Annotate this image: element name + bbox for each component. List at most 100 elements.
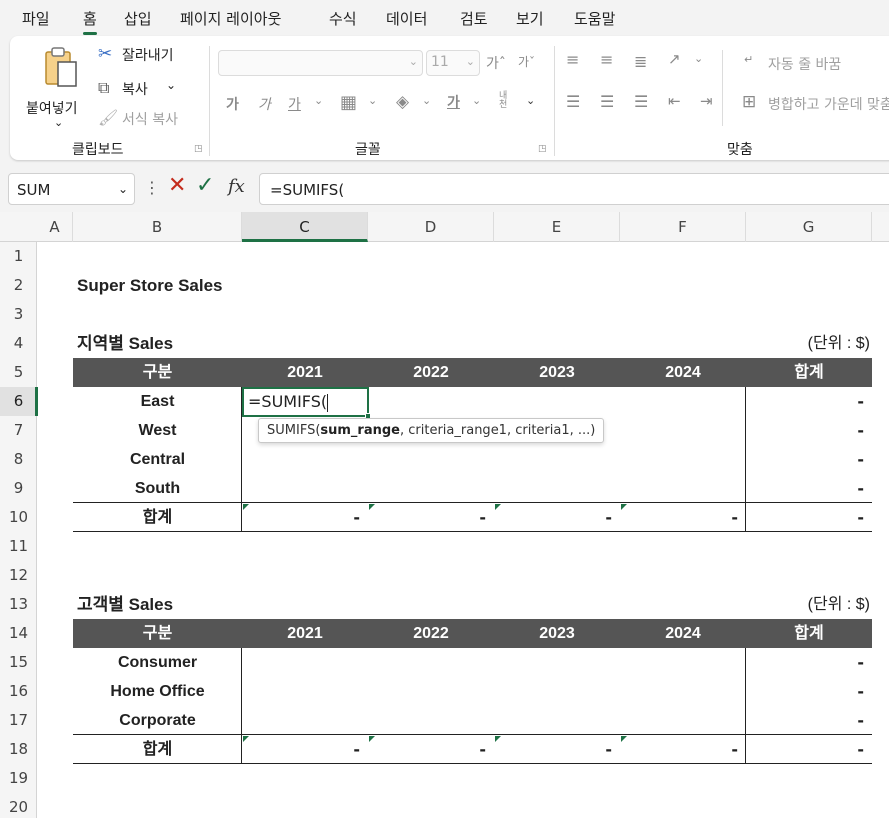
format-painter-icon[interactable]: 🖌 bbox=[98, 108, 118, 127]
chevron-down-icon[interactable]: ⌄ bbox=[368, 94, 377, 107]
region-row-label[interactable]: West bbox=[73, 416, 242, 445]
wrap-text-icon[interactable]: ↵ bbox=[744, 53, 753, 66]
merge-center-icon[interactable]: ⊞ bbox=[742, 92, 756, 112]
chevron-down-icon[interactable]: ⌄ bbox=[422, 94, 431, 107]
scissors-icon[interactable]: ✂ bbox=[98, 44, 112, 64]
customer-total-2022[interactable]: - bbox=[368, 735, 494, 764]
column-header-g[interactable]: G bbox=[746, 212, 872, 242]
region-row-total[interactable]: - bbox=[746, 387, 872, 416]
decrease-font-icon[interactable]: 가ˇ bbox=[518, 53, 535, 70]
align-center-icon[interactable]: ☰ bbox=[600, 92, 614, 111]
region-header-total[interactable]: 합계 bbox=[746, 358, 872, 387]
tab-help[interactable]: 도움말 bbox=[574, 8, 615, 29]
region-header-2024[interactable]: 2024 bbox=[620, 358, 746, 387]
wrap-text-button[interactable]: 자동 줄 바꿈 bbox=[768, 54, 841, 74]
error-indicator-icon[interactable] bbox=[621, 504, 627, 510]
customer-unit-label[interactable]: (단위 : $) bbox=[746, 590, 870, 619]
customer-header-total[interactable]: 합계 bbox=[746, 619, 872, 648]
paste-button[interactable]: 붙여넣기 ⌄ bbox=[22, 44, 92, 129]
error-indicator-icon[interactable] bbox=[495, 504, 501, 510]
region-total-2021[interactable]: - bbox=[242, 503, 368, 532]
row-header[interactable]: 10 bbox=[0, 503, 37, 532]
phonetic-button[interactable]: 내천 bbox=[499, 92, 515, 110]
chevron-down-icon[interactable]: ⌄ bbox=[166, 78, 176, 92]
orientation-icon[interactable]: ↗ bbox=[668, 50, 681, 68]
row-header[interactable]: 2 bbox=[0, 271, 37, 300]
align-top-icon[interactable]: ≡ bbox=[566, 50, 579, 69]
region-header-2021[interactable]: 2021 bbox=[242, 358, 368, 387]
row-header[interactable]: 9 bbox=[0, 474, 37, 503]
region-unit-label[interactable]: (단위 : $) bbox=[746, 329, 870, 358]
customer-total-2021[interactable]: - bbox=[242, 735, 368, 764]
name-box[interactable]: SUM ⌄ bbox=[8, 173, 135, 205]
enter-icon[interactable]: ✓ bbox=[196, 175, 214, 197]
customer-header-category[interactable]: 구분 bbox=[73, 619, 242, 648]
row-header[interactable]: 20 bbox=[0, 793, 37, 818]
tab-file[interactable]: 파일 bbox=[22, 8, 50, 29]
row-header[interactable]: 19 bbox=[0, 764, 37, 793]
tab-home[interactable]: 홈 bbox=[83, 8, 97, 35]
tab-view[interactable]: 보기 bbox=[516, 8, 544, 29]
cancel-icon[interactable]: ✕ bbox=[168, 175, 186, 197]
cut-button[interactable]: 잘라내기 bbox=[122, 45, 174, 65]
chevron-down-icon[interactable]: ⌄ bbox=[472, 94, 481, 107]
chevron-down-icon[interactable]: ⌄ bbox=[526, 94, 535, 107]
region-row-total[interactable]: - bbox=[746, 474, 872, 503]
column-header-b[interactable]: B bbox=[73, 212, 242, 242]
region-header-category[interactable]: 구분 bbox=[73, 358, 242, 387]
customer-row-total[interactable]: - bbox=[746, 648, 872, 677]
italic-button[interactable]: 가 bbox=[258, 94, 271, 114]
copy-icon[interactable]: ⧉ bbox=[98, 78, 109, 98]
font-color-icon[interactable]: 가 bbox=[447, 92, 460, 112]
row-header[interactable]: 6 bbox=[0, 387, 38, 416]
region-table-title[interactable]: 지역별 Sales bbox=[77, 329, 173, 358]
customer-row-total[interactable]: - bbox=[746, 677, 872, 706]
customer-header-2021[interactable]: 2021 bbox=[242, 619, 368, 648]
increase-font-icon[interactable]: 가ˆ bbox=[486, 53, 506, 73]
row-header[interactable]: 5 bbox=[0, 358, 37, 387]
bold-button[interactable]: 가 bbox=[226, 94, 239, 114]
row-header[interactable]: 17 bbox=[0, 706, 37, 735]
region-row-total[interactable]: - bbox=[746, 445, 872, 474]
error-indicator-icon[interactable] bbox=[369, 736, 375, 742]
error-indicator-icon[interactable] bbox=[369, 504, 375, 510]
merge-center-button[interactable]: 병합하고 가운데 맞춤 bbox=[768, 94, 889, 114]
customer-header-2024[interactable]: 2024 bbox=[620, 619, 746, 648]
font-name-dropdown[interactable]: ⌄ bbox=[218, 50, 423, 76]
tab-page-layout[interactable]: 페이지 레이아웃 bbox=[180, 8, 281, 29]
customer-row-label[interactable]: Corporate bbox=[73, 706, 242, 735]
border-icon[interactable]: ▦ bbox=[340, 92, 357, 113]
region-row-label[interactable]: East bbox=[73, 387, 242, 416]
increase-indent-icon[interactable]: ⇥ bbox=[700, 92, 713, 110]
region-row-label[interactable]: Central bbox=[73, 445, 242, 474]
error-indicator-icon[interactable] bbox=[243, 504, 249, 510]
copy-button[interactable]: 복사 bbox=[122, 79, 148, 99]
error-indicator-icon[interactable] bbox=[495, 736, 501, 742]
customer-header-2023[interactable]: 2023 bbox=[494, 619, 620, 648]
chevron-down-icon[interactable]: ⌄ bbox=[314, 94, 323, 107]
customer-row-label[interactable]: Consumer bbox=[73, 648, 242, 677]
region-total-2023[interactable]: - bbox=[494, 503, 620, 532]
row-header[interactable]: 1 bbox=[0, 242, 37, 271]
row-header[interactable]: 7 bbox=[0, 416, 37, 445]
error-indicator-icon[interactable] bbox=[243, 736, 249, 742]
sheet-title[interactable]: Super Store Sales bbox=[77, 271, 223, 300]
row-header[interactable]: 8 bbox=[0, 445, 37, 474]
formula-input[interactable]: =SUMIFS( bbox=[259, 173, 889, 205]
align-left-icon[interactable]: ☰ bbox=[566, 92, 580, 111]
customer-total-2024[interactable]: - bbox=[620, 735, 746, 764]
customer-table-title[interactable]: 고객별 Sales bbox=[77, 590, 173, 619]
column-header-a[interactable]: A bbox=[37, 212, 73, 242]
more-options-icon[interactable]: ⋮ bbox=[144, 178, 160, 197]
region-row-label[interactable]: South bbox=[73, 474, 242, 503]
row-header[interactable]: 14 bbox=[0, 619, 37, 648]
row-header[interactable]: 11 bbox=[0, 532, 37, 561]
row-header[interactable]: 18 bbox=[0, 735, 37, 764]
row-header[interactable]: 15 bbox=[0, 648, 37, 677]
row-header[interactable]: 4 bbox=[0, 329, 37, 358]
region-total-2022[interactable]: - bbox=[368, 503, 494, 532]
function-argument-tooltip[interactable]: SUMIFS(sum_range, criteria_range1, crite… bbox=[258, 418, 605, 443]
row-header[interactable]: 3 bbox=[0, 300, 37, 329]
customer-total-grand[interactable]: - bbox=[746, 735, 872, 764]
tab-insert[interactable]: 삽입 bbox=[124, 8, 152, 29]
